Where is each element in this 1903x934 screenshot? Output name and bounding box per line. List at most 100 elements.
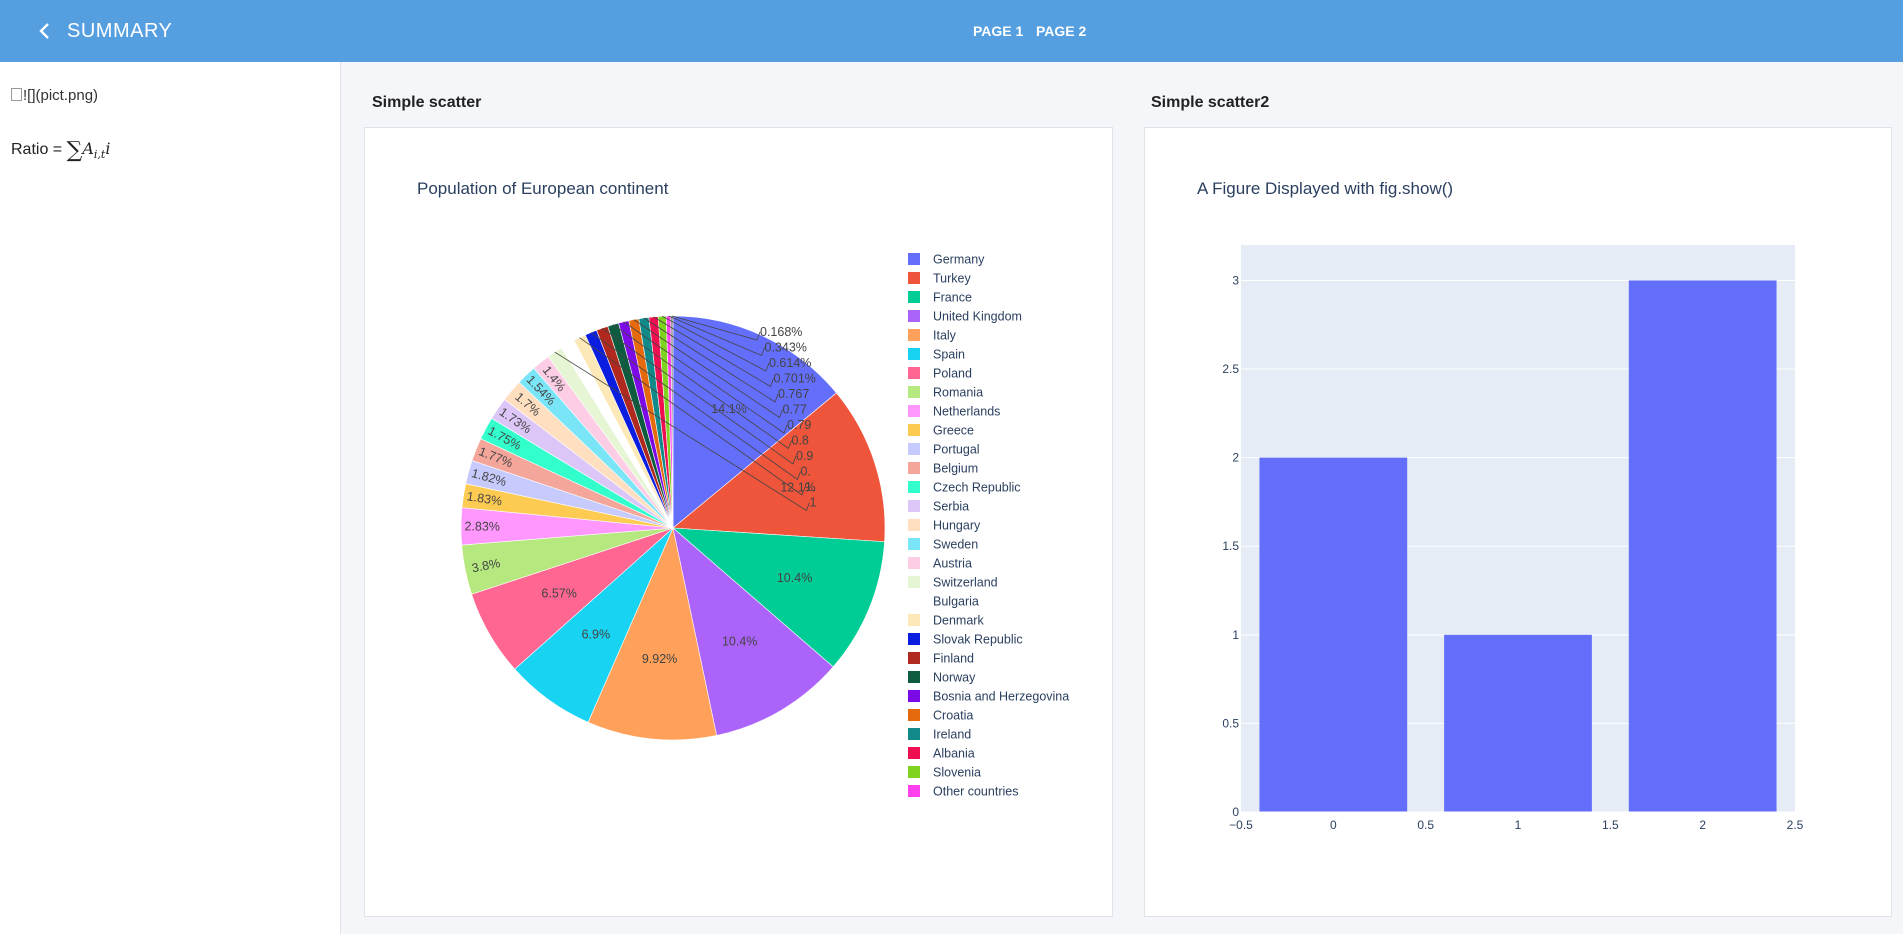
bar[interactable] (1628, 280, 1777, 812)
legend-swatch (908, 633, 920, 645)
legend-swatch (908, 557, 920, 569)
legend-label: Belgium (933, 462, 978, 476)
pie-chart-card: Population of European continent 14.1% 1 2.… (364, 127, 1113, 917)
legend-label: Slovak Republic (933, 633, 1023, 647)
pie-outside-label: 0.767 (778, 387, 809, 401)
legend-swatch (908, 386, 920, 398)
legend-label: United Kingdom (933, 310, 1022, 324)
image-alt-text: ![](pict.png) (23, 87, 99, 104)
legend-item[interactable]: Bulgaria (908, 595, 979, 609)
top-app-bar: SUMMARY PAGE 1 PAGE 2 (0, 0, 1903, 62)
legend-label: Italy (933, 329, 957, 343)
legend-label: Serbia (933, 500, 969, 514)
bar[interactable] (1444, 634, 1592, 812)
legend-item[interactable]: Serbia (908, 500, 969, 514)
x-tick-label: 1.5 (1602, 818, 1619, 832)
legend-item[interactable]: Turkey (908, 272, 971, 286)
legend-swatch (908, 576, 920, 588)
legend-swatch (908, 443, 920, 455)
pie-slice-label: 10.4% (722, 634, 757, 648)
legend-swatch (908, 424, 920, 436)
legend-item[interactable]: Germany (908, 253, 985, 267)
legend-swatch (908, 272, 920, 284)
pie-outside-label: 0.9 (796, 449, 813, 463)
legend-label: Finland (933, 652, 974, 666)
legend-label: France (933, 291, 972, 305)
legend-label: Sweden (933, 538, 978, 552)
legend-swatch (908, 367, 920, 379)
formula-label: Ratio = (11, 141, 63, 158)
legend-item[interactable]: Norway (908, 671, 976, 685)
legend-item[interactable]: Bosnia and Herzegovina (908, 690, 1069, 704)
legend-item[interactable]: Greece (908, 424, 974, 438)
legend-swatch (908, 500, 920, 512)
bar-chart-card: A Figure Displayed with fig.show() 0 0.5 1 1… (1144, 127, 1892, 917)
panel-title-simple-scatter: Simple scatter (372, 94, 482, 111)
x-tick-label: 0.5 (1417, 818, 1434, 832)
chevron-left-icon[interactable] (34, 18, 56, 44)
legend-swatch (908, 519, 920, 531)
legend-label: Spain (933, 348, 965, 362)
legend-label: Other countries (933, 785, 1018, 799)
bar[interactable] (1259, 457, 1408, 812)
legend-swatch (908, 595, 920, 607)
x-tick-label: 2 (1699, 818, 1706, 832)
legend-item[interactable]: Romania (908, 386, 983, 400)
pie-outside-label: 0.343% (765, 341, 807, 355)
legend-item[interactable]: Belgium (908, 462, 978, 476)
legend-item[interactable]: France (908, 291, 972, 305)
pie-slice-label: 6.57% (541, 587, 576, 601)
legend-swatch (908, 614, 920, 626)
x-tick-label: −0.5 (1229, 818, 1253, 832)
legend-swatch (908, 538, 920, 550)
legend-swatch (908, 652, 920, 664)
legend-item[interactable]: Italy (908, 329, 957, 343)
legend-label: Poland (933, 367, 972, 381)
legend-label: Czech Republic (933, 481, 1021, 495)
legend-swatch (908, 481, 920, 493)
legend-backdrop (893, 268, 1112, 828)
legend-swatch (908, 462, 920, 474)
legend-item[interactable]: Poland (908, 367, 972, 381)
pie-outside-label: 0.77 (783, 403, 807, 417)
ratio-formula: Ratio = ∑Ai,ti (11, 138, 110, 163)
y-tick-label: 0 (1232, 805, 1239, 819)
legend-label: Denmark (933, 614, 984, 628)
legend-swatch (908, 253, 920, 265)
legend-item[interactable]: Croatia (908, 709, 973, 723)
legend-swatch (908, 728, 920, 740)
legend-label: Portugal (933, 443, 980, 457)
formula-tail: i (105, 139, 111, 158)
y-tick-label: 2.5 (1222, 362, 1239, 376)
legend-swatch (908, 709, 920, 721)
legend-label: Bulgaria (933, 595, 979, 609)
x-tick-label: 1 (1515, 818, 1522, 832)
legend-item[interactable]: Albania (908, 747, 975, 761)
legend-label: Ireland (933, 728, 971, 742)
legend-item[interactable]: Denmark (908, 614, 984, 628)
legend-label: Netherlands (933, 405, 1000, 419)
bar-chart[interactable]: A Figure Displayed with fig.show() 0 0.5 1 1… (1145, 128, 1891, 916)
legend-item[interactable]: Spain (908, 348, 965, 362)
legend-item[interactable]: Finland (908, 652, 974, 666)
legend-item[interactable]: Ireland (908, 728, 971, 742)
nav-page-2[interactable]: PAGE 2 (1036, 23, 1086, 39)
nav-page-1[interactable]: PAGE 1 (973, 23, 1023, 39)
pie-slice-label: 2.83% (464, 519, 500, 533)
legend-label: Germany (933, 253, 985, 267)
legend-swatch (908, 405, 920, 417)
legend-label: Albania (933, 747, 975, 761)
legend-item[interactable]: Austria (908, 557, 972, 571)
formula-sub: i,t (93, 148, 106, 162)
legend-label: Bosnia and Herzegovina (933, 690, 1069, 704)
legend-item[interactable]: Slovenia (908, 766, 981, 780)
pie-chart-title: Population of European continent (417, 179, 669, 198)
y-tick-label: 1 (1232, 628, 1239, 642)
legend-item[interactable]: Sweden (908, 538, 978, 552)
x-tick-label: 0 (1330, 818, 1337, 832)
legend-item[interactable]: Portugal (908, 443, 980, 457)
pie-outside-label: 0. (801, 465, 811, 479)
legend-item[interactable]: Hungary (908, 519, 981, 533)
pie-chart[interactable]: Population of European continent 14.1% 1 2.… (365, 128, 1112, 916)
legend-label: Croatia (933, 709, 973, 723)
